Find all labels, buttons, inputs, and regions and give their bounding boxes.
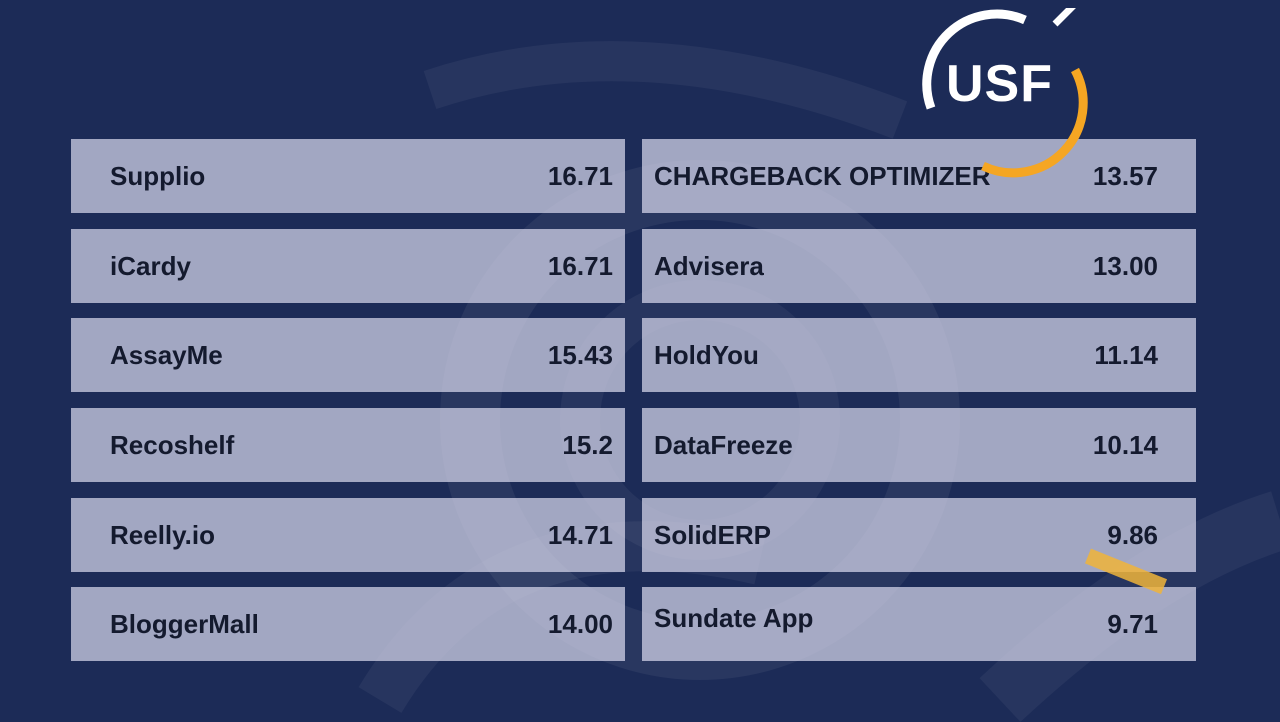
list-item: AssayMe 15.43 bbox=[71, 318, 625, 392]
logo-text: USF bbox=[946, 55, 1053, 113]
list-item: iCardy 16.71 bbox=[71, 229, 625, 303]
startup-name: BloggerMall bbox=[110, 609, 259, 639]
startup-name: AssayMe bbox=[110, 340, 223, 370]
startup-score: 13.00 bbox=[1092, 251, 1158, 281]
startup-name: iCardy bbox=[110, 251, 191, 281]
list-item: DataFreeze 10.14 bbox=[642, 408, 1196, 482]
startup-name: DataFreeze bbox=[654, 430, 793, 460]
startup-score: 15.2 bbox=[562, 430, 613, 460]
list-item: Recoshelf 15.2 bbox=[71, 408, 625, 482]
list-item: BloggerMall 14.00 bbox=[71, 587, 625, 661]
startup-name: Reelly.io bbox=[110, 520, 216, 550]
startup-score: 13.57 bbox=[1092, 161, 1158, 191]
startup-score: 16.71 bbox=[547, 161, 613, 191]
startup-name: Recoshelf bbox=[110, 430, 235, 460]
startup-score: 14.71 bbox=[547, 520, 613, 550]
startup-name: Sundate App bbox=[654, 603, 814, 633]
startup-name: Advisera bbox=[654, 251, 764, 281]
list-item: Supplio 16.71 bbox=[71, 139, 625, 213]
list-item: HoldYou 11.14 bbox=[642, 318, 1196, 392]
startup-name: Supplio bbox=[110, 161, 206, 191]
list-item: Reelly.io 14.71 bbox=[71, 498, 625, 572]
list-item: Advisera 13.00 bbox=[642, 229, 1196, 303]
startup-name: SolidERP bbox=[654, 520, 772, 550]
startup-score: 15.43 bbox=[547, 340, 613, 370]
startup-score: 14.00 bbox=[547, 609, 613, 639]
list-item: Sundate App 9.71 bbox=[642, 587, 1196, 661]
startup-score: 11.14 bbox=[1094, 340, 1158, 370]
startup-score: 10.14 bbox=[1092, 430, 1158, 460]
startup-name: HoldYou bbox=[654, 340, 759, 370]
startup-score: 9.71 bbox=[1107, 609, 1158, 639]
startup-score: 16.71 bbox=[547, 251, 613, 281]
